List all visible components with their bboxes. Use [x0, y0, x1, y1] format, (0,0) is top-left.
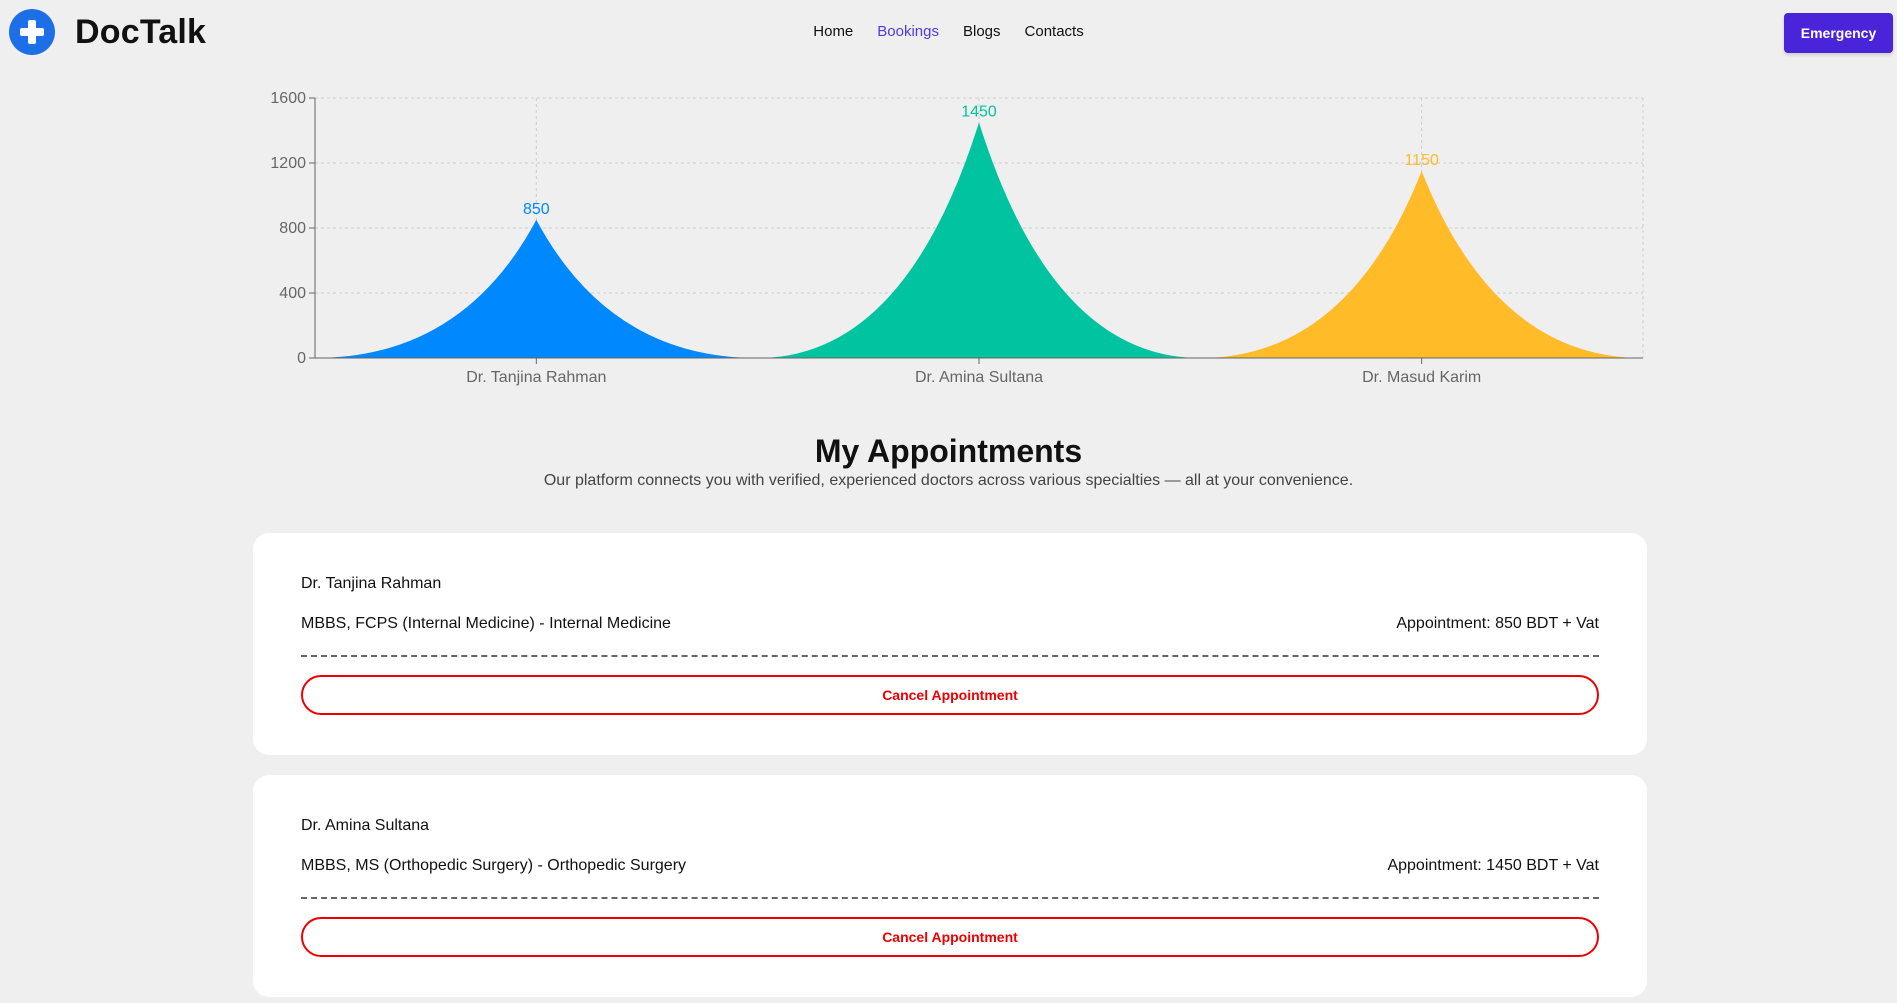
navbar: DocTalk Home Bookings Blogs Contacts Eme…	[0, 0, 1897, 66]
page-subtitle: Our platform connects you with verified,…	[543, 472, 1354, 489]
chart-y-tick-label: 400	[279, 285, 306, 302]
bookings-chart: 850 1450 1150 0 400 800 1200 1600 Dr. Tanjina Ra…	[260, 90, 1660, 390]
emergency-button[interactable]: Emergency	[1784, 13, 1893, 53]
nav-link-blogs[interactable]: Blogs	[963, 23, 1001, 40]
appointment-card: Dr. Tanjina Rahman MBBS, FCPS (Internal …	[253, 533, 1647, 755]
chart-peak	[315, 219, 758, 358]
dashed-divider	[301, 897, 1599, 899]
appointment-fee: Appointment: 1450 BDT + Vat	[1387, 857, 1599, 874]
main-nav: Home Bookings Blogs Contacts	[0, 23, 1897, 40]
doctor-qualification: MBBS, MS (Orthopedic Surgery) - Orthoped…	[301, 857, 687, 874]
nav-link-bookings[interactable]: Bookings	[877, 23, 939, 40]
chart-y-tick-label: 800	[279, 220, 306, 237]
nav-link-contacts[interactable]: Contacts	[1025, 23, 1084, 40]
chart-y-tick-label: 0	[297, 350, 306, 367]
chart-x-tick-label: Dr. Amina Sultana	[915, 369, 1043, 386]
chart-y-tick-label: 1200	[270, 155, 306, 172]
bookings-chart-svg: 850 1450 1150 0 400 800 1200 1600 Dr. Tanjina Ra…	[270, 90, 1644, 386]
chart-x-tick-label: Dr. Tanjina Rahman	[466, 369, 606, 386]
chart-peak	[757, 122, 1201, 358]
nav-link-home[interactable]: Home	[813, 23, 853, 40]
appointment-fee: Appointment: 850 BDT + Vat	[1396, 615, 1599, 632]
chart-y-tick-label: 1600	[270, 90, 306, 107]
doctor-name: Dr. Amina Sultana	[301, 817, 430, 834]
doctor-qualification: MBBS, FCPS (Internal Medicine) - Interna…	[301, 615, 671, 632]
cancel-appointment-button[interactable]: Cancel Appointment	[301, 917, 1599, 957]
dashed-divider	[301, 655, 1599, 657]
page-title: My Appointments	[814, 433, 1083, 469]
appointment-details: MBBS, MS (Orthopedic Surgery) - Orthoped…	[301, 857, 1599, 875]
appointment-card: Dr. Amina Sultana MBBS, MS (Orthopedic S…	[253, 775, 1647, 997]
chart-value-label: 1150	[1404, 152, 1439, 169]
cancel-appointment-button[interactable]: Cancel Appointment	[301, 675, 1599, 715]
chart-x-tick-label: Dr. Masud Karim	[1362, 369, 1481, 386]
chart-value-label: 1450	[961, 103, 997, 120]
doctor-name: Dr. Tanjina Rahman	[301, 575, 442, 592]
chart-value-label: 850	[523, 201, 550, 218]
chart-peak	[1200, 171, 1643, 358]
appointment-details: MBBS, FCPS (Internal Medicine) - Interna…	[301, 615, 1599, 633]
